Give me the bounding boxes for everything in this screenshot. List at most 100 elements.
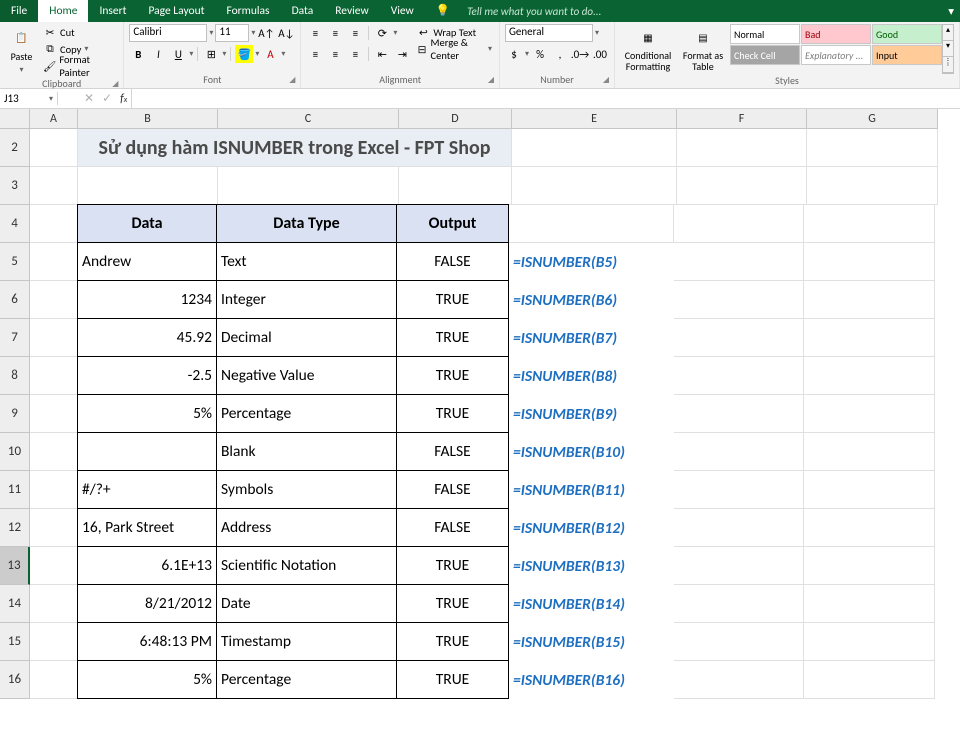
cell[interactable] xyxy=(509,205,674,243)
cell[interactable] xyxy=(30,129,78,167)
cell[interactable] xyxy=(674,433,804,471)
col-header-D[interactable]: D xyxy=(399,109,512,129)
currency-button[interactable]: $ xyxy=(505,45,523,63)
italic-button[interactable]: I xyxy=(149,45,167,63)
cell[interactable]: 6.1E+13 xyxy=(77,546,217,585)
borders-button[interactable]: ⊞ xyxy=(202,45,220,63)
format-painter-button[interactable]: 🖌Format Painter xyxy=(41,58,118,74)
font-color-button[interactable]: A xyxy=(261,45,279,63)
row-header-14[interactable]: 14 xyxy=(0,585,30,623)
cell[interactable]: FALSE xyxy=(396,508,509,547)
cell[interactable]: 8/21/2012 xyxy=(77,584,217,623)
cell[interactable]: =ISNUMBER(B12) xyxy=(509,509,674,547)
name-box[interactable]: J13▾ xyxy=(0,92,58,105)
row-header-12[interactable]: 12 xyxy=(0,509,30,547)
col-header-A[interactable]: A xyxy=(30,109,78,129)
cell[interactable] xyxy=(674,509,804,547)
style-bad[interactable]: Bad xyxy=(801,24,871,44)
col-header-G[interactable]: G xyxy=(807,109,938,129)
grow-font-button[interactable]: A↑ xyxy=(257,24,275,42)
align-right-button[interactable]: ≡ xyxy=(346,45,364,63)
cell[interactable]: Decimal xyxy=(216,318,397,357)
style-input[interactable]: Input xyxy=(872,45,942,65)
row-header-10[interactable]: 10 xyxy=(0,433,30,471)
cell[interactable]: Text xyxy=(216,242,397,281)
indent-decrease-button[interactable]: ⇤ xyxy=(373,45,391,63)
cell[interactable] xyxy=(30,281,78,319)
cell[interactable] xyxy=(807,129,938,167)
select-all-corner[interactable] xyxy=(0,109,30,129)
cell[interactable] xyxy=(804,471,935,509)
cell[interactable] xyxy=(512,129,677,167)
cell[interactable]: -2.5 xyxy=(77,356,217,395)
paste-button[interactable]: 📋 Paste ▾ xyxy=(5,24,38,77)
style-explanatory[interactable]: Explanatory ... xyxy=(801,45,871,65)
cell[interactable]: Output xyxy=(396,204,509,243)
tell-me-input[interactable]: Tell me what you want to do... xyxy=(467,5,601,18)
cell[interactable]: Symbols xyxy=(216,470,397,509)
cell[interactable]: FALSE xyxy=(396,470,509,509)
row-header-11[interactable]: 11 xyxy=(0,471,30,509)
cell[interactable] xyxy=(30,623,78,661)
cell[interactable]: Scientific Notation xyxy=(216,546,397,585)
cell[interactable] xyxy=(30,585,78,623)
cell[interactable]: 5% xyxy=(77,394,217,433)
orientation-button[interactable]: ⟳ xyxy=(373,24,391,42)
cell[interactable]: TRUE xyxy=(396,394,509,433)
cells-area[interactable]: Sử dụng hàm ISNUMBER trong Excel - FPT S… xyxy=(30,129,960,699)
cell[interactable] xyxy=(30,661,78,699)
cell[interactable] xyxy=(677,167,807,205)
cell[interactable]: Andrew xyxy=(77,242,217,281)
cell[interactable]: 45.92 xyxy=(77,318,217,357)
row-header-16[interactable]: 16 xyxy=(0,661,30,699)
styles-more-icon[interactable]: ⁞ xyxy=(943,57,953,73)
comma-button[interactable]: , xyxy=(551,45,569,63)
col-header-F[interactable]: F xyxy=(677,109,807,129)
cell[interactable]: 6:48:13 PM xyxy=(77,622,217,661)
conditional-formatting-button[interactable]: ▦Conditional Formatting xyxy=(620,24,676,74)
fill-color-button[interactable]: 🪣 xyxy=(235,45,253,63)
cell[interactable]: Integer xyxy=(216,280,397,319)
styles-down-icon[interactable]: ▾ xyxy=(943,41,953,57)
cell[interactable]: Timestamp xyxy=(216,622,397,661)
row-header-13[interactable]: 13 xyxy=(0,547,30,585)
increase-decimal-button[interactable]: .0→ xyxy=(571,45,589,63)
cell[interactable] xyxy=(674,661,804,699)
cell[interactable]: =ISNUMBER(B6) xyxy=(509,281,674,319)
cell[interactable] xyxy=(674,623,804,661)
styles-up-icon[interactable]: ▴ xyxy=(943,25,953,41)
cell[interactable] xyxy=(674,319,804,357)
cell[interactable] xyxy=(804,357,935,395)
align-middle-button[interactable]: ≡ xyxy=(326,24,344,42)
cell[interactable]: =ISNUMBER(B16) xyxy=(509,661,674,699)
cell[interactable] xyxy=(30,205,78,243)
cell[interactable]: =ISNUMBER(B14) xyxy=(509,585,674,623)
cell[interactable]: 1234 xyxy=(77,280,217,319)
cell[interactable]: Address xyxy=(216,508,397,547)
cell[interactable] xyxy=(804,661,935,699)
cell[interactable] xyxy=(30,547,78,585)
tab-home[interactable]: Home xyxy=(38,0,88,22)
font-name-select[interactable]: Calibri xyxy=(129,24,207,42)
cell[interactable]: Negative Value xyxy=(216,356,397,395)
cell[interactable]: Data Type xyxy=(216,204,397,243)
cell[interactable]: Percentage xyxy=(216,394,397,433)
cell[interactable] xyxy=(674,395,804,433)
row-header-4[interactable]: 4 xyxy=(0,205,30,243)
row-header-7[interactable]: 7 xyxy=(0,319,30,357)
tab-file[interactable]: File xyxy=(0,0,38,22)
col-header-C[interactable]: C xyxy=(218,109,399,129)
cell[interactable]: =ISNUMBER(B9) xyxy=(509,395,674,433)
cell[interactable]: FALSE xyxy=(396,242,509,281)
tab-review[interactable]: Review xyxy=(324,0,379,22)
sheet-title[interactable]: Sử dụng hàm ISNUMBER trong Excel - FPT S… xyxy=(78,129,512,167)
percent-button[interactable]: % xyxy=(531,45,549,63)
align-top-button[interactable]: ≡ xyxy=(306,24,324,42)
cell[interactable]: TRUE xyxy=(396,356,509,395)
alignment-launcher-icon[interactable]: ◢ xyxy=(488,73,494,87)
style-check-cell[interactable]: Check Cell xyxy=(730,45,800,65)
cut-button[interactable]: ✂Cut xyxy=(41,24,118,40)
clipboard-launcher-icon[interactable]: ◢ xyxy=(112,77,118,91)
cell[interactable] xyxy=(30,357,78,395)
merge-center-button[interactable]: ⊟Merge & Center▾ xyxy=(414,41,494,57)
